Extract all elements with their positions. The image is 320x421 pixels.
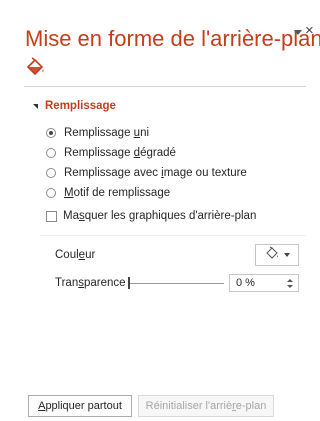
radio-button[interactable] [46, 168, 56, 178]
transparency-spinner[interactable]: 0 % [229, 274, 299, 292]
fill-section-title: Remplissage [45, 100, 116, 112]
radio-label: Motif de remplissage [64, 187, 171, 199]
options-divider [40, 235, 306, 236]
radio-picture-texture-fill[interactable]: Remplissage avec image ou texture [46, 165, 247, 181]
radio-button[interactable] [46, 128, 56, 138]
close-icon[interactable]: × [305, 23, 314, 38]
radio-gradient-fill[interactable]: Remplissage dégradé [46, 145, 176, 161]
radio-label: Remplissage uni [64, 127, 150, 139]
radio-pattern-fill[interactable]: Motif de remplissage [46, 185, 170, 201]
fill-section-header[interactable]: Remplissage [33, 100, 116, 112]
transparency-slider-track[interactable] [128, 283, 224, 284]
color-label: Couleur [55, 249, 96, 261]
transparency-value[interactable]: 0 % [236, 277, 255, 289]
spin-up-icon[interactable] [287, 279, 293, 282]
radio-button[interactable] [46, 188, 56, 198]
header-divider [24, 86, 306, 87]
format-background-pane: Mise en forme de l'arrière-plan × Rempli… [0, 0, 320, 421]
transparency-slider-thumb[interactable] [128, 277, 130, 289]
pane-header: Mise en forme de l'arrière-plan × [0, 0, 320, 100]
radio-button[interactable] [46, 148, 56, 158]
pane-title: Mise en forme de l'arrière-plan [25, 26, 320, 51]
checkbox-label: Masquer les graphiques d'arrière-plan [63, 210, 257, 222]
fill-tab-paint-bucket-icon[interactable] [24, 55, 46, 77]
paint-bucket-icon [265, 246, 279, 265]
radio-label: Remplissage avec image ou texture [64, 167, 247, 179]
chevron-down-icon [283, 253, 290, 257]
apply-to-all-button[interactable]: Appliquer partout [28, 395, 132, 417]
pane-options-dropdown-icon[interactable] [294, 30, 302, 35]
spin-down-icon[interactable] [287, 285, 293, 288]
reset-background-button[interactable]: Réinitialiser l'arriè r e-plan [138, 395, 274, 417]
radio-solid-fill[interactable]: Remplissage uni [46, 125, 149, 141]
color-picker-button[interactable] [255, 244, 299, 266]
radio-label: Remplissage dégradé [64, 147, 176, 159]
checkbox[interactable] [46, 210, 57, 222]
hide-background-graphics-checkbox[interactable]: Masquer les graphiques d'arrière-plan [46, 208, 256, 224]
transparency-label: Transparence [55, 277, 126, 289]
